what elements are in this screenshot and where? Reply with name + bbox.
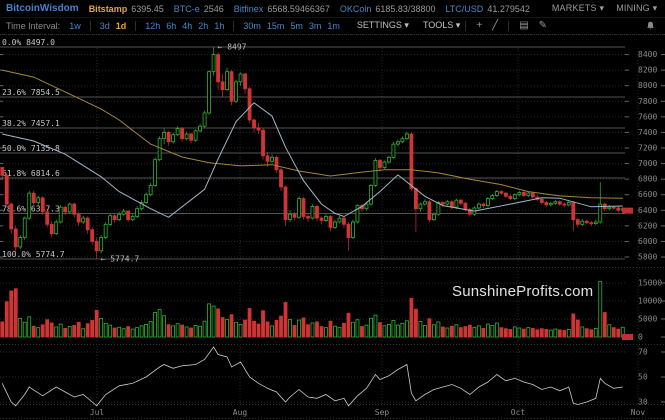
svg-text:← 8497: ← 8497 (218, 43, 247, 52)
svg-text:5000: 5000 (638, 315, 657, 324)
chart-toolbar: Time Interval: 1w 3d 1d 12h 6h 4h 2h 1h … (0, 17, 665, 35)
bitfinex-link[interactable]: Bitfinex (234, 4, 264, 14)
svg-text:6200: 6200 (638, 221, 657, 230)
svg-text:6600: 6600 (638, 190, 657, 199)
btce-price: 2546 (204, 4, 224, 14)
svg-text:38.2% 7457.1: 38.2% 7457.1 (2, 119, 60, 128)
interval-5m[interactable]: 5m (290, 21, 303, 31)
svg-text:23.6% 7854.5: 23.6% 7854.5 (2, 88, 60, 97)
quote-bitstamp: Bitstamp6395.45 (89, 4, 164, 14)
interval-4h[interactable]: 4h (182, 21, 192, 31)
svg-text:8400: 8400 (638, 50, 657, 59)
svg-text:0.0% 8497.0: 0.0% 8497.0 (2, 38, 55, 47)
svg-text:8000: 8000 (638, 81, 657, 90)
svg-text:30: 30 (638, 398, 648, 407)
svg-text:Nov: Nov (631, 408, 646, 417)
quote-okcoin: OKCoin6185.83/38800 (340, 4, 436, 14)
svg-text:6800: 6800 (638, 175, 657, 184)
settings-menu[interactable]: SETTINGS ▾ (357, 20, 409, 31)
interval-30m[interactable]: 30m (243, 21, 261, 31)
pattern-icon[interactable]: ▤ (519, 20, 528, 31)
top-nav: BitcoinWisdom Bitstamp6395.45 BTC-e2546 … (0, 0, 665, 18)
svg-text:6400: 6400 (638, 206, 657, 215)
svg-text:← 5774.7: ← 5774.7 (101, 255, 140, 264)
svg-text:70: 70 (638, 348, 648, 357)
interval-15m[interactable]: 15m (267, 21, 285, 31)
rsi-layer (2, 347, 623, 406)
markets-menu[interactable]: MARKETS ▾ (552, 3, 604, 14)
draw-icon[interactable]: ✎ (539, 20, 547, 31)
svg-text:Jul: Jul (90, 408, 105, 417)
watermark-text: SunshineProfits.com (452, 283, 593, 300)
bitstamp-price: 6395.45 (131, 4, 164, 14)
btce-link[interactable]: BTC-e (174, 4, 200, 14)
bell-icon[interactable] (646, 21, 655, 31)
interval-3d[interactable]: 3d (100, 21, 110, 31)
svg-text:100.0% 5774.7: 100.0% 5774.7 (2, 250, 65, 259)
svg-text:5800: 5800 (638, 253, 657, 262)
axis-labels: 8400 8200 8000 7800 7600 7400 7200 7000 6800 6600… (90, 50, 662, 417)
bitstamp-link[interactable]: Bitstamp (89, 4, 128, 14)
svg-text:7800: 7800 (638, 97, 657, 106)
interval-1d[interactable]: 1d (116, 21, 127, 31)
last-volume-marker (622, 334, 633, 340)
grid-layer (0, 35, 665, 419)
bitfinex-price: 6568.59466367 (267, 4, 330, 14)
interval-3m[interactable]: 3m (309, 21, 322, 31)
bitcoinwisdom-app: BitcoinWisdom Bitstamp6395.45 BTC-e2546 … (0, 0, 665, 420)
svg-text:Sep: Sep (375, 408, 390, 417)
quote-btce: BTC-e 2546 (174, 4, 224, 14)
ma-fast (2, 103, 623, 218)
trendline-icon[interactable]: ╱ (492, 20, 498, 31)
okcoin-link[interactable]: OKCoin (340, 4, 372, 14)
tools-menu[interactable]: TOOLS ▾ (423, 20, 460, 31)
interval-1m[interactable]: 1m (327, 21, 340, 31)
svg-text:Oct: Oct (511, 408, 526, 417)
svg-text:6000: 6000 (638, 237, 657, 246)
svg-text:15000: 15000 (638, 279, 662, 288)
svg-text:50: 50 (638, 373, 648, 382)
interval-1h[interactable]: 1h (214, 21, 224, 31)
chart-canvas[interactable]: 0.0% 8497.023.6% 7854.538.2% 7457.150.0%… (0, 34, 665, 420)
ltcusd-link[interactable]: LTC/USD (445, 4, 483, 14)
svg-text:7000: 7000 (638, 159, 657, 168)
svg-text:7400: 7400 (638, 128, 657, 137)
interval-1w[interactable]: 1w (69, 21, 81, 31)
interval-6h[interactable]: 6h (166, 21, 176, 31)
svg-text:61.8% 6814.6: 61.8% 6814.6 (2, 169, 60, 178)
rsi-line (2, 347, 623, 406)
svg-text:0: 0 (638, 333, 643, 342)
ltcusd-price: 41.279542 (487, 4, 530, 14)
last-price-marker (622, 208, 633, 214)
okcoin-price: 6185.83/38800 (375, 4, 435, 14)
svg-text:7600: 7600 (638, 112, 657, 121)
interval-12h[interactable]: 12h (145, 21, 160, 31)
mining-menu[interactable]: MINING ▾ (616, 3, 657, 14)
time-interval-label: Time Interval: (6, 21, 60, 31)
quote-bitfinex: Bitfinex6568.59466367 (234, 4, 330, 14)
plus-icon[interactable]: + (476, 20, 482, 31)
svg-text:Aug: Aug (233, 408, 248, 417)
svg-text:8200: 8200 (638, 66, 657, 75)
quote-ltcusd: LTC/USD 41.279542 (445, 4, 529, 14)
interval-2h[interactable]: 2h (198, 21, 208, 31)
svg-text:10000: 10000 (638, 297, 662, 306)
svg-text:7200: 7200 (638, 144, 657, 153)
brand-logo[interactable]: BitcoinWisdom (6, 3, 79, 14)
